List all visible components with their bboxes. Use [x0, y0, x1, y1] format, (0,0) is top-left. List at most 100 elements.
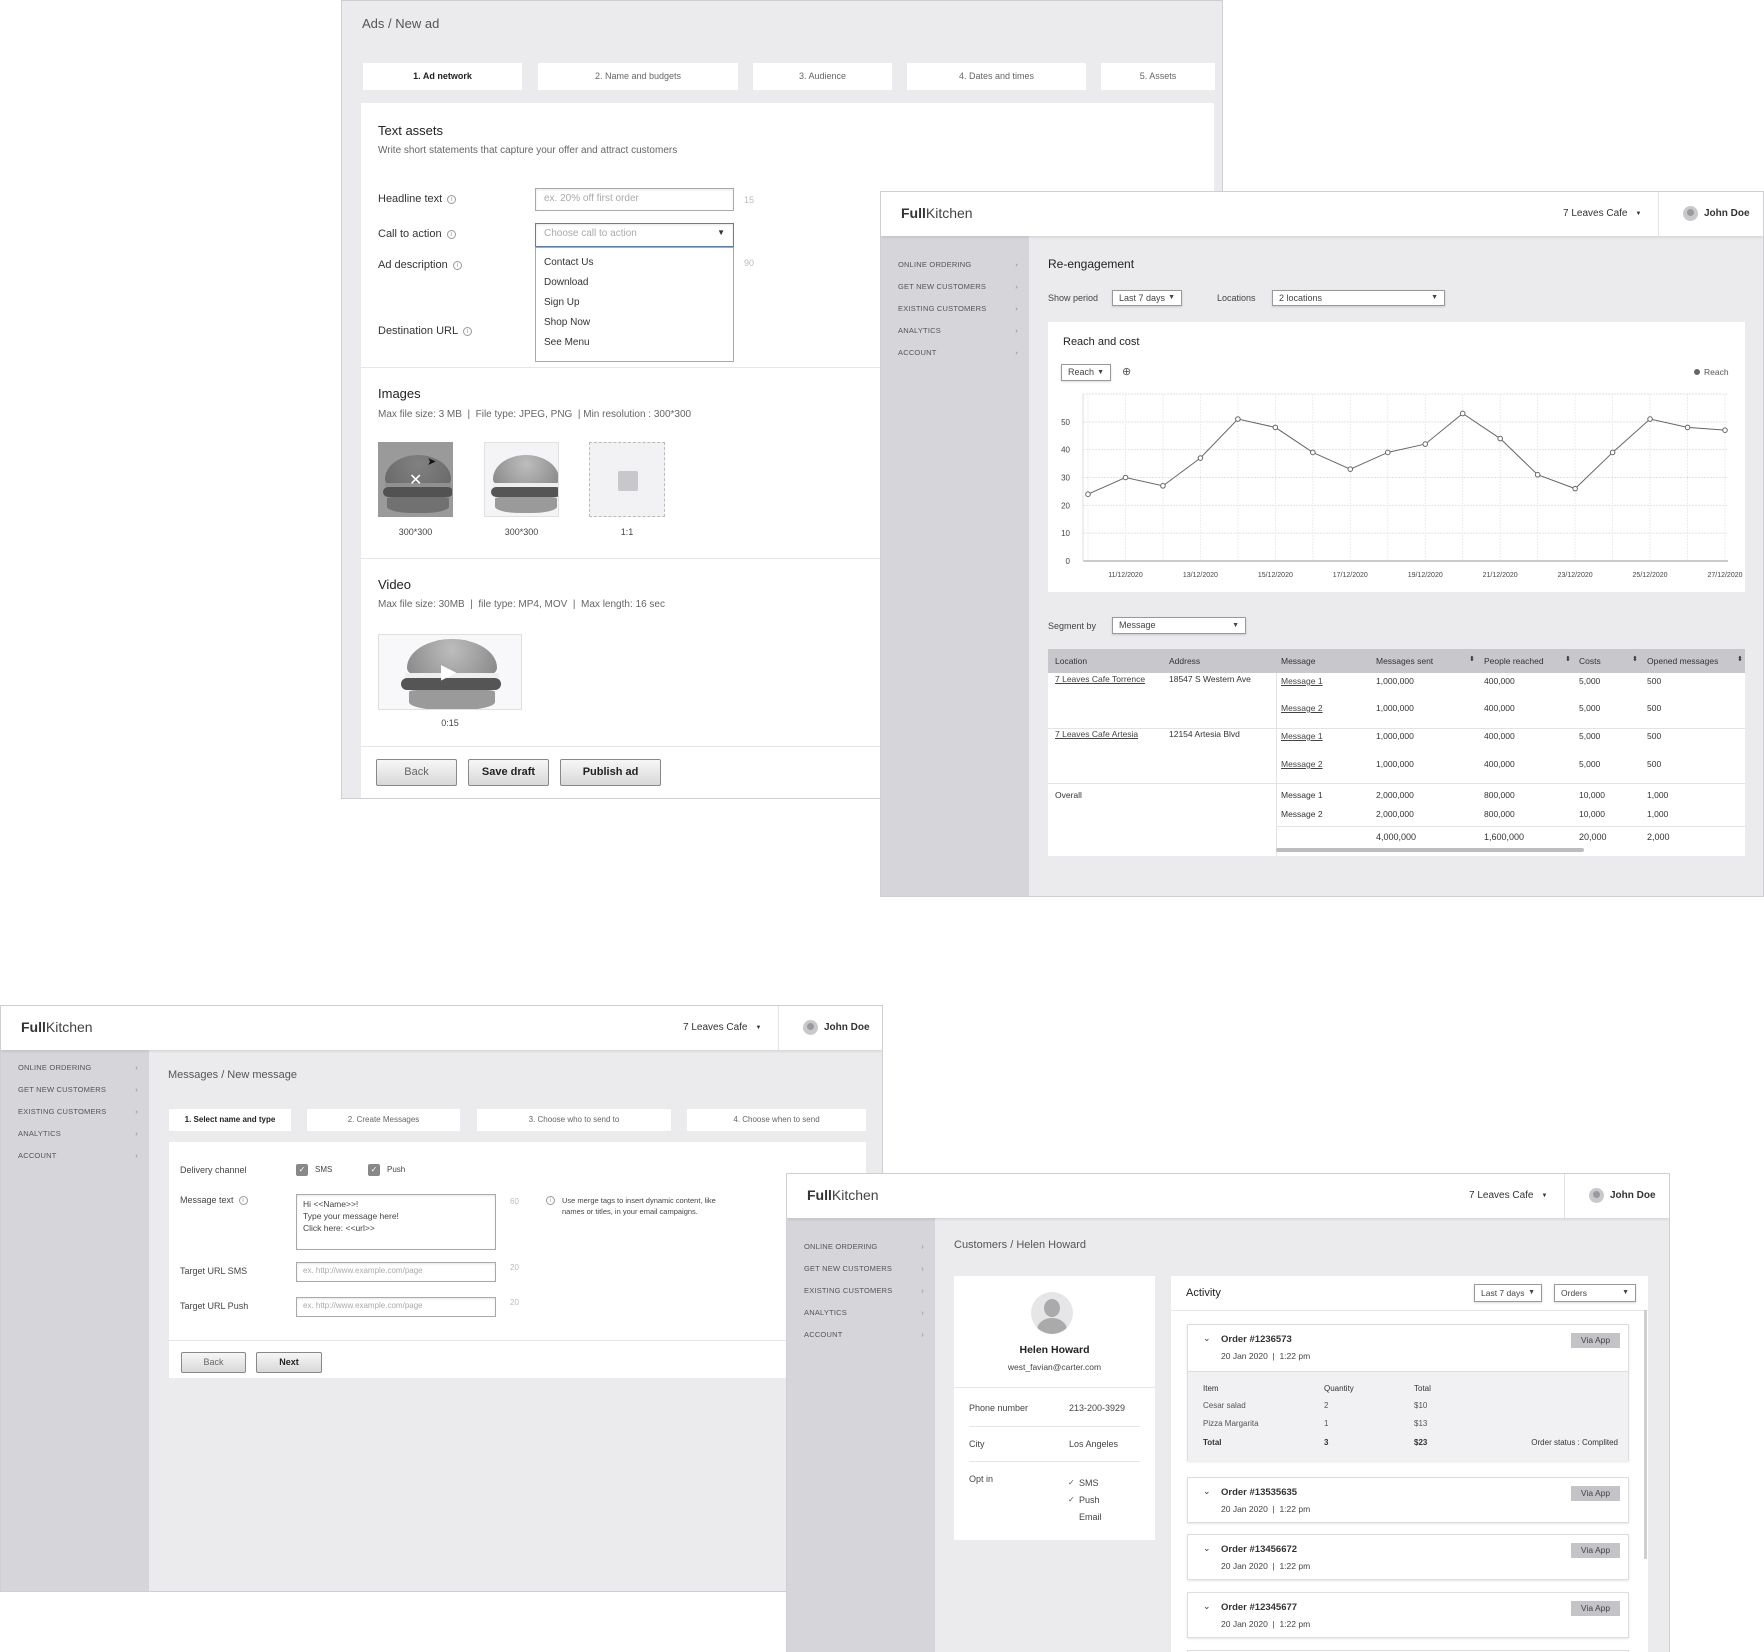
tab-assets[interactable]: 5. Assets [1101, 63, 1215, 90]
tab-create-messages[interactable]: 2. Create Messages [307, 1109, 460, 1131]
remove-image-icon[interactable]: ✕ [409, 470, 422, 490]
user-name[interactable]: John Doe [824, 1022, 870, 1033]
image-thumbnail-selected[interactable]: ✕ ➤ [378, 442, 453, 517]
image-thumbnail[interactable] [484, 442, 559, 517]
cta-option[interactable]: Shop Now [544, 317, 590, 328]
table-cell: 400,000 [1484, 703, 1515, 713]
segment-value: Message [1119, 620, 1156, 630]
column-header-people-reached[interactable]: People reached [1484, 656, 1544, 666]
user-avatar-icon[interactable] [1589, 1188, 1604, 1203]
chevron-down-icon[interactable]: ⌄ [1203, 1486, 1211, 1497]
sort-icon[interactable]: ⬍ [1737, 655, 1743, 663]
location-name: 7 Leaves Cafe [1469, 1190, 1534, 1201]
segment-select[interactable]: Message ▼ [1112, 617, 1246, 634]
user-name[interactable]: John Doe [1704, 208, 1750, 219]
message-textarea[interactable]: Hi <<Name>>! Type your message here! Cli… [296, 1194, 496, 1250]
location-switcher[interactable]: 7 Leaves Cafe ▼ [1563, 208, 1641, 219]
order-card[interactable]: ⌄ Order #13456672 20 Jan 2020 | 1:22 pm Via… [1187, 1534, 1629, 1580]
sidebar-item-get-new-customers[interactable]: GET NEW CUSTOMERS › [18, 1085, 138, 1094]
location-switcher[interactable]: 7 Leaves Cafe ▼ [1469, 1190, 1547, 1201]
info-icon[interactable]: i [452, 261, 462, 270]
sidebar-item-account[interactable]: ACCOUNT › [898, 348, 1018, 357]
activity-type-select[interactable]: Orders ▼ [1554, 1284, 1636, 1302]
tab-choose-who[interactable]: 3. Choose who to send to [477, 1109, 671, 1131]
logo[interactable]: FullKitchen [807, 1187, 879, 1203]
location-link[interactable]: 7 Leaves Cafe Artesia [1055, 729, 1138, 739]
headline-input[interactable]: ex. 20% off first order [535, 188, 734, 211]
info-icon[interactable]: i [238, 1196, 248, 1205]
back-button[interactable]: Back [181, 1352, 246, 1373]
sort-icon[interactable]: ⬍ [1632, 655, 1638, 663]
tab-select-name-type[interactable]: 1. Select name and type [169, 1109, 291, 1131]
order-card[interactable]: ⌄ Order #13535635 20 Jan 2020 | 1:22 pm Via… [1187, 1477, 1629, 1523]
target-url-sms-input[interactable]: ex. http://www.example.com/page [296, 1262, 496, 1282]
message-link[interactable]: Message 2 [1281, 759, 1323, 769]
cta-option[interactable]: Sign Up [544, 297, 580, 308]
next-button[interactable]: Next [256, 1352, 322, 1373]
info-icon[interactable]: i [446, 230, 456, 239]
target-url-push-input[interactable]: ex. http://www.example.com/page [296, 1297, 496, 1317]
sidebar-item-get-new-customers[interactable]: GET NEW CUSTOMERS › [804, 1264, 924, 1273]
location-switcher[interactable]: 7 Leaves Cafe ▼ [683, 1022, 761, 1033]
sort-icon[interactable]: ⬍ [1469, 655, 1475, 663]
show-period-select[interactable]: Last 7 days ▼ [1112, 290, 1182, 306]
vertical-scrollbar[interactable] [1644, 1310, 1647, 1559]
sidebar-item-analytics[interactable]: ANALYTICS › [898, 326, 1018, 335]
chevron-right-icon: › [1015, 260, 1018, 269]
horizontal-scrollbar[interactable] [1276, 848, 1584, 852]
column-header-messages-sent[interactable]: Messages sent [1376, 656, 1433, 666]
sidebar-item-analytics[interactable]: ANALYTICS › [18, 1129, 138, 1138]
order-card[interactable]: ⌄ Order #12345677 20 Jan 2020 | 1:22 pm Via… [1187, 1592, 1629, 1638]
message-link[interactable]: Message 2 [1281, 703, 1323, 713]
publish-ad-button[interactable]: Publish ad [560, 759, 661, 786]
save-draft-button[interactable]: Save draft [468, 759, 549, 786]
chevron-down-icon[interactable]: ⌄ [1203, 1543, 1211, 1554]
sidebar-item-label: EXISTING CUSTOMERS [804, 1286, 893, 1295]
sidebar-item-online-ordering[interactable]: ONLINE ORDERING › [804, 1242, 924, 1251]
sidebar-item-existing-customers[interactable]: EXISTING CUSTOMERS › [804, 1286, 924, 1295]
back-button[interactable]: Back [376, 759, 457, 786]
sms-checkbox[interactable]: ✓ [296, 1164, 308, 1176]
tab-name-budgets[interactable]: 2. Name and budgets [538, 63, 738, 90]
push-checkbox[interactable]: ✓ [368, 1164, 380, 1176]
sidebar-item-analytics[interactable]: ANALYTICS › [804, 1308, 924, 1317]
sidebar-item-existing-customers[interactable]: EXISTING CUSTOMERS › [898, 304, 1018, 313]
image-upload-slot[interactable] [589, 442, 665, 517]
sidebar-item-account[interactable]: ACCOUNT › [804, 1330, 924, 1339]
tab-audience[interactable]: 3. Audience [753, 63, 892, 90]
sort-icon[interactable]: ⬍ [1565, 655, 1571, 663]
sidebar-item-online-ordering[interactable]: ONLINE ORDERING › [898, 260, 1018, 269]
user-avatar-icon[interactable] [803, 1020, 818, 1035]
sidebar-item-account[interactable]: ACCOUNT › [18, 1151, 138, 1160]
cta-option[interactable]: Download [544, 277, 588, 288]
tab-choose-when[interactable]: 4. Choose when to send [687, 1109, 866, 1131]
locations-select[interactable]: 2 locations ▼ [1272, 290, 1445, 306]
info-icon[interactable]: i [463, 327, 473, 336]
play-icon[interactable]: ▶ [441, 659, 456, 684]
message-link[interactable]: Message 1 [1281, 676, 1323, 686]
phone-value: 213-200-3929 [1069, 1403, 1126, 1413]
activity-period-select[interactable]: Last 7 days ▼ [1474, 1284, 1542, 1302]
sidebar-item-online-ordering[interactable]: ONLINE ORDERING › [18, 1063, 138, 1072]
logo[interactable]: FullKitchen [901, 205, 973, 221]
message-link[interactable]: Message 1 [1281, 731, 1323, 741]
chevron-down-icon[interactable]: ⌄ [1203, 1601, 1211, 1612]
column-header-opened-messages[interactable]: Opened messages [1647, 656, 1718, 666]
order-card[interactable]: ⌄ Order #1236573 20 Jan 2020 | 1:22 pm Via … [1187, 1324, 1629, 1461]
destination-url-label: Destination URL i [378, 325, 473, 337]
location-link[interactable]: 7 Leaves Cafe Torrence [1055, 674, 1145, 684]
cta-option[interactable]: Contact Us [544, 257, 593, 268]
user-name[interactable]: John Doe [1610, 1190, 1656, 1201]
user-avatar-icon[interactable] [1683, 206, 1698, 221]
logo[interactable]: FullKitchen [21, 1019, 93, 1035]
video-thumbnail[interactable]: ▶ [378, 634, 522, 710]
tab-dates-times[interactable]: 4. Dates and times [907, 63, 1086, 90]
sidebar-item-existing-customers[interactable]: EXISTING CUSTOMERS › [18, 1107, 138, 1116]
cta-option[interactable]: See Menu [544, 337, 590, 348]
cta-select[interactable]: Choose call to action ▼ [535, 223, 734, 247]
sidebar-item-get-new-customers[interactable]: GET NEW CUSTOMERS › [898, 282, 1018, 291]
column-header-costs[interactable]: Costs [1579, 656, 1601, 666]
chevron-down-icon[interactable]: ⌄ [1203, 1333, 1211, 1344]
info-icon[interactable]: i [447, 195, 457, 204]
tab-ad-network[interactable]: 1. Ad network [363, 63, 522, 90]
